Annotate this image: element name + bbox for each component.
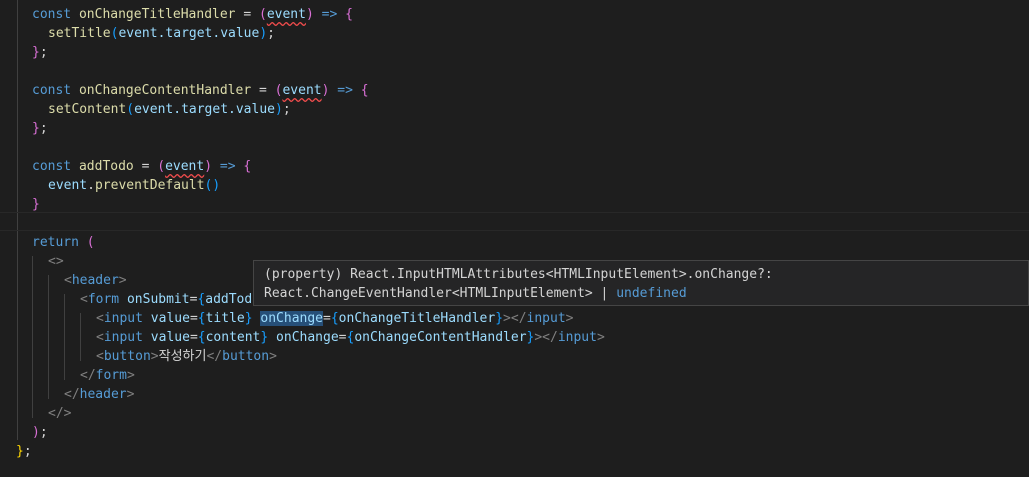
code-line: </> — [48, 406, 72, 421]
code-line: const onChangeContentHandler = (event) =… — [32, 83, 369, 98]
tooltip-type: React.ChangeEventHandler<HTMLInputElemen… — [264, 286, 687, 301]
code-line: setTitle(event.target.value); — [48, 26, 275, 41]
code-line: <form onSubmit={addTodo — [80, 292, 261, 307]
code-line: <button>작성하기</button> — [96, 349, 277, 364]
code-line: const onChangeTitleHandler = (event) => … — [32, 7, 353, 22]
code-line: }; — [32, 45, 48, 60]
code-line: const addTodo = (event) => { — [32, 159, 252, 174]
code-line: ); — [32, 425, 48, 440]
code-line: <header> — [64, 273, 127, 288]
indent-guide — [32, 256, 33, 418]
indent-guide — [64, 294, 65, 380]
hover-tooltip: (property) React.InputHTMLAttributes<HTM… — [253, 260, 1029, 306]
hovered-attribute[interactable]: onChange — [260, 311, 324, 326]
code-line: </form> — [80, 368, 135, 383]
code-line: return ( — [32, 235, 95, 250]
indent-guide — [80, 313, 81, 361]
code-line: event.preventDefault() — [48, 178, 221, 193]
code-line: <input value={title} onChange={onChangeT… — [96, 311, 574, 326]
current-line-highlight — [0, 212, 1029, 231]
code-line: } — [32, 197, 40, 212]
code-line: }; — [32, 121, 48, 136]
code-line: <> — [48, 254, 64, 269]
code-editor[interactable]: const onChangeTitleHandler = (event) => … — [0, 0, 1029, 477]
tooltip-signature: (property) React.InputHTMLAttributes<HTM… — [264, 267, 773, 282]
code-line: <input value={content} onChange={onChang… — [96, 330, 605, 345]
code-line: setContent(event.target.value); — [48, 102, 291, 117]
indent-guide — [48, 275, 49, 399]
code-line: }; — [16, 444, 32, 459]
code-line: </header> — [64, 387, 135, 402]
